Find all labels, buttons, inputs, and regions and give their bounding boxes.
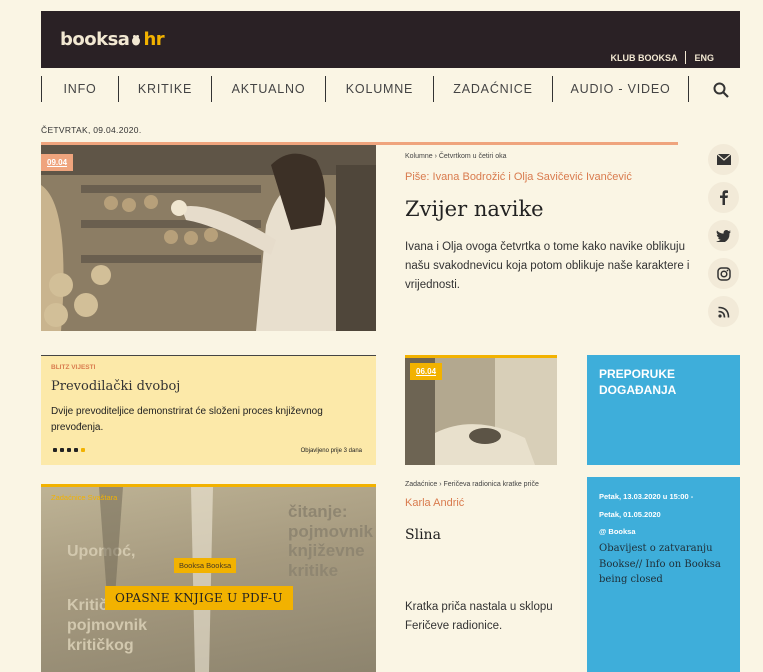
story-lead: Kratka priča nastala u sklopu Feričeve r… (405, 601, 553, 632)
promo-label: Booksa Booksa (174, 558, 237, 573)
carousel-dot[interactable] (60, 448, 64, 452)
carousel-dot[interactable] (53, 448, 57, 452)
current-date: ČETVRTAK, 09.04.2020. (41, 125, 142, 135)
featured-category[interactable]: Kolumne › Četvrtkom u četiri oka (405, 153, 507, 160)
promo-tag: Zadaćnice Svaštara (51, 493, 118, 502)
promo-title[interactable]: OPASNE KNJIGE U PDF-U (105, 586, 293, 610)
header-divider (685, 51, 687, 64)
event-date-from: Petak, 13.03.2020 u 15:00 - (599, 492, 694, 501)
nav-item-kolumne[interactable]: KOLUMNE (326, 82, 433, 96)
mail-icon[interactable] (708, 144, 739, 175)
rss-icon[interactable] (708, 296, 739, 327)
blitz-published: Objavljeno prije 3 dana (300, 448, 362, 454)
story-category[interactable]: Zadaćnice › Feričeva radionica kratke pr… (405, 481, 539, 488)
event-place: @ Booksa (599, 527, 636, 536)
header-links: KLUB BOOKSA ENG (610, 51, 714, 64)
nav-item-audio-video[interactable]: AUDIO - VIDEO (553, 82, 688, 96)
story-author[interactable]: Karla Andrić (405, 497, 464, 509)
events-box[interactable]: PREPORUKE DOGAĐANJA (587, 355, 740, 465)
logo-suffix: hr (143, 29, 165, 50)
promo-image[interactable]: čitanje: pojmovnik književne kritike Upo… (41, 484, 376, 672)
events-box-title: PREPORUKE DOGAĐANJA (599, 367, 677, 397)
promo-bookmark-shapes (99, 487, 213, 672)
blitz-title[interactable]: Prevodilački dvoboj (51, 379, 180, 394)
date-badge: 09.04 (41, 154, 74, 171)
nav-item-aktualno[interactable]: AKTUALNO (212, 82, 325, 96)
event-date-to: Petak, 01.05.2020 (599, 510, 661, 519)
event-title[interactable]: Obavijest o zatvaranju Bookse// Info on … (599, 541, 727, 588)
logo-text: booksa (60, 29, 130, 50)
story-image[interactable]: 06.04 (405, 355, 557, 465)
featured-lead: Ivana i Olja ovoga četvrtka o tome kako … (405, 241, 690, 291)
facebook-icon[interactable] (708, 182, 739, 213)
featured-title[interactable]: Zvijer navike (405, 197, 544, 221)
event-card[interactable]: Petak, 13.03.2020 u 15:00 - Petak, 01.05… (587, 477, 740, 672)
carousel-dot[interactable] (74, 448, 78, 452)
language-link[interactable]: ENG (694, 53, 714, 63)
featured-image[interactable]: 09.04 (41, 145, 376, 331)
nav-item-kritike[interactable]: KRITIKE (119, 82, 211, 96)
site-header: booksa hr KLUB BOOKSA ENG (41, 11, 740, 68)
nav-item-zadacnice[interactable]: ZADAĆNICE (434, 82, 552, 96)
site-logo[interactable]: booksa hr (60, 29, 165, 50)
blitz-news-card[interactable]: BLITZ VIJESTI Prevodilački dvoboj Dvije … (41, 355, 376, 465)
featured-author[interactable]: Piše: Ivana Bodrožić i Olja Savičević Iv… (405, 171, 632, 183)
nav-item-info[interactable]: INFO (42, 82, 118, 96)
date-badge: 06.04 (410, 363, 443, 380)
carousel-dot[interactable] (67, 448, 71, 452)
nav-divider (688, 76, 689, 102)
mascot-icon (131, 30, 141, 46)
main-nav: INFO KRITIKE AKTUALNO KOLUMNE ZADAĆNICE … (41, 76, 740, 102)
search-icon[interactable] (712, 81, 730, 99)
story-title[interactable]: Slina (405, 527, 441, 543)
blitz-text: Dvije prevoditeljice demonstrirat će slo… (51, 406, 323, 433)
instagram-icon[interactable] (708, 258, 739, 289)
club-link[interactable]: KLUB BOOKSA (610, 53, 677, 63)
carousel-dot-active[interactable] (81, 448, 85, 452)
blitz-tag: BLITZ VIJESTI (51, 364, 96, 371)
twitter-icon[interactable] (708, 220, 739, 251)
carousel-dots (53, 448, 85, 452)
